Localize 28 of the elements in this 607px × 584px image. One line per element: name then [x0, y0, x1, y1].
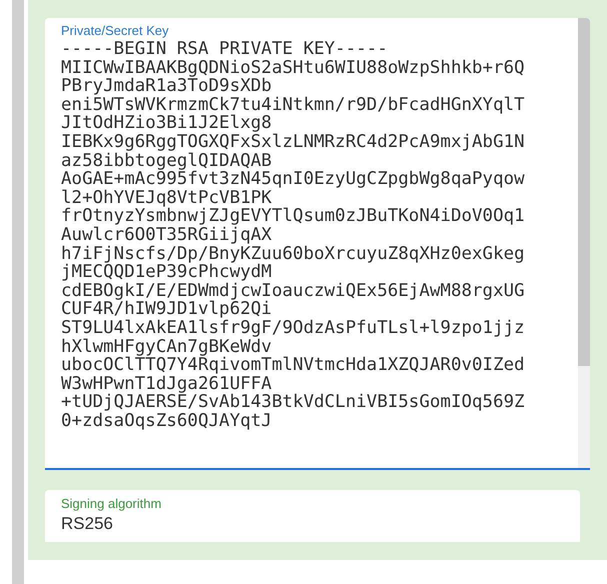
- key-text-line: jMECQQD1eP39cPhcwydM: [61, 263, 272, 282]
- key-text-line: frOtnyzYsmbnwjZJgEVYTlQsum0zJBuTKoN4iDoV0Oq1: [61, 207, 525, 226]
- key-text-line: CUF4R/hIW9JD1vlp62Qi: [61, 300, 272, 319]
- key-text-line: l2+OhYVEJq8VtPcVB1PK: [61, 188, 272, 208]
- key-text-line: 0+zdsaOqsZs60QJAYqtJ: [61, 412, 272, 430]
- field-value: RS256: [61, 513, 113, 535]
- key-field[interactable]: [45, 18, 590, 470]
- key-text-line: ST9LU4lxAkEA1lsfr9gF/9OdzAsPfuTLsl+l9zpo1jjz: [61, 318, 525, 338]
- key-text-line: IEBKx9g6RggTOGXQFxSxlzLNMRzRC4d2PcA9mxjAbG1N: [61, 132, 525, 152]
- key-text-line: ubocOClTTQ7Y4RqivomTmlNVtmcHda1XZQJAR0v0IZed: [61, 356, 525, 375]
- scrollbar[interactable]: [578, 18, 590, 468]
- key-text-line: MIICWwIBAAKBgQDNioS2aSHtu6WIU88oWzpShhkb+r6Q: [61, 58, 525, 78]
- key-text-line: PBryJmdaR1a3ToD9sXDb: [61, 77, 272, 96]
- key-text-line: cdEBOgkI/E/EDWmdjcwIoauczwiQEx56EjAwM88rgxUG: [61, 282, 525, 300]
- field-label: Signing algorithm: [61, 496, 162, 512]
- key-text-line: hXlwmHFgyCAn7gBKeWdv: [61, 338, 272, 356]
- key-text-line: AoGAE+mAc995fvt3zN45qnI0EzyUgCZpgbWg8qaPyqow: [61, 170, 525, 189]
- scrollbar-thumb[interactable]: [578, 18, 590, 366]
- key-text-line: +tUDjQJAERSE/SvAb143BtkVdCLniVBI5sGomIOq569Z: [61, 393, 525, 412]
- key-text-line: W3wHPwnT1dJga261UFFA: [61, 374, 272, 394]
- key-text-line: eni5WTsWVKrmzmCk7tu4iNtkmn/r9D/bFcadHGnXYqlT: [61, 96, 525, 114]
- key-text-line: JItOdHZio3Bi1J2Elxg8: [61, 114, 272, 133]
- key-text-line: -----BEGIN RSA PRIVATE KEY-----: [61, 40, 388, 59]
- key-text-line: az58ibbtogeglQIDAQAB: [61, 152, 272, 170]
- field-label: Private/Secret Key: [61, 22, 169, 40]
- key-text-line: Auwlcr6O0T35RGiijqAX: [61, 226, 272, 245]
- algorithm-field[interactable]: Signing algorithm RS256: [45, 490, 580, 542]
- key-text-line: h7iFjNscfs/Dp/BnyKZuu60boXrcuyuZ8qXHz0exGkeg: [61, 244, 525, 264]
